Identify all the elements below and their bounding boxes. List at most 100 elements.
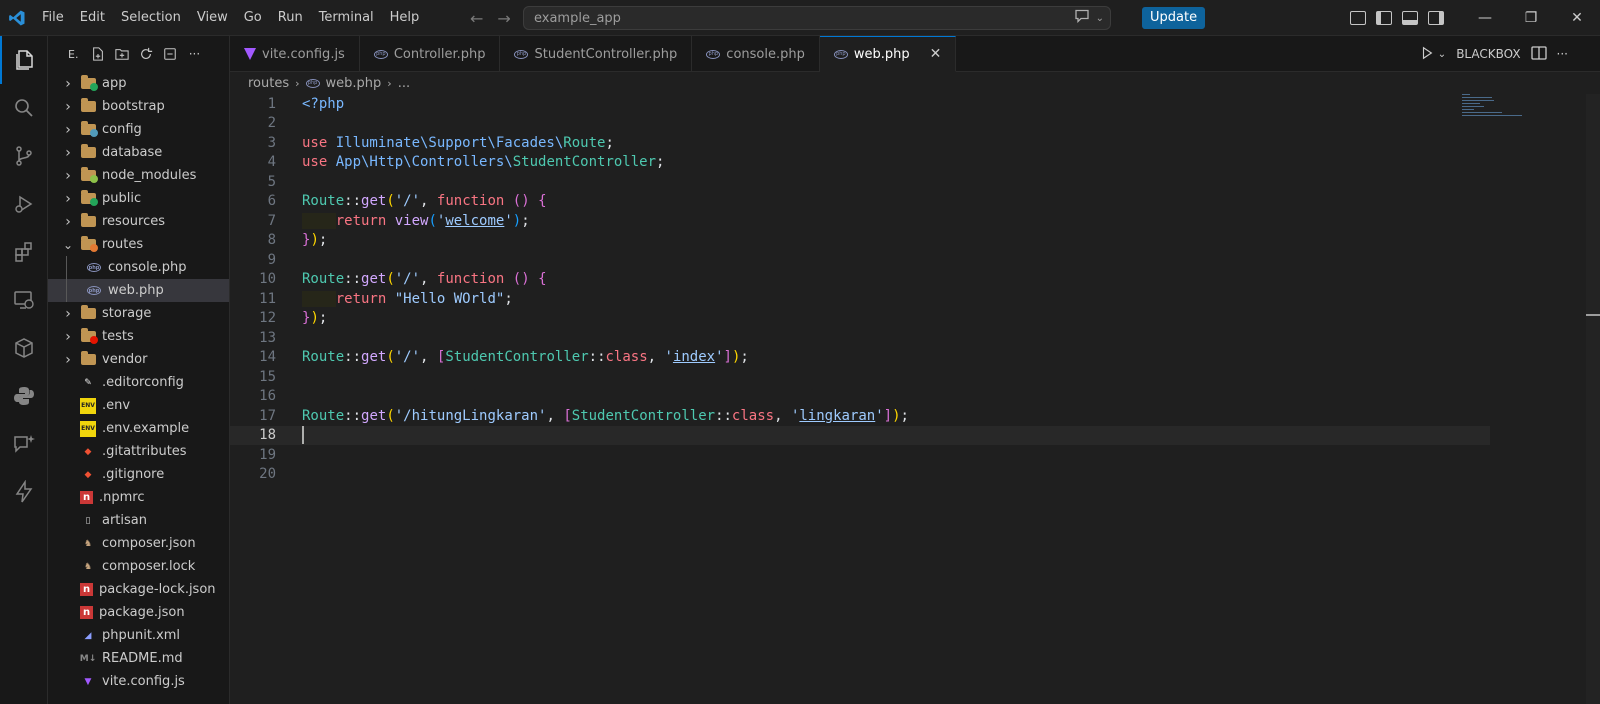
tree-folder[interactable]: › config: [48, 118, 229, 141]
tree-file[interactable]: n package-lock.json: [48, 578, 229, 601]
containers-icon[interactable]: [0, 324, 48, 372]
tree-file[interactable]: ENV .env: [48, 394, 229, 417]
code-line[interactable]: 5: [230, 172, 1490, 192]
close-tab-icon[interactable]: ✕: [930, 46, 942, 62]
toggle-panel-icon[interactable]: [1402, 11, 1418, 25]
menu-go[interactable]: Go: [236, 0, 270, 36]
code-line[interactable]: 7 return view('welcome');: [230, 211, 1490, 231]
code-line[interactable]: 4 use App\Http\Controllers\StudentControl…: [230, 153, 1490, 173]
tab-web-php[interactable]: php web.php ✕: [819, 36, 957, 72]
code-line[interactable]: 3 use Illuminate\Support\Facades\Route;: [230, 133, 1490, 153]
code-line[interactable]: 9: [230, 250, 1490, 270]
split-editor-icon[interactable]: [1530, 45, 1547, 63]
minimap[interactable]: [1462, 94, 1552, 134]
tab-console-php[interactable]: php console.php: [692, 36, 820, 72]
python-icon[interactable]: [0, 372, 48, 420]
tree-file[interactable]: ENV .env.example: [48, 417, 229, 440]
tab-vite-config-js[interactable]: vite.config.js: [230, 36, 360, 72]
tree-file[interactable]: n package.json: [48, 601, 229, 624]
code-line[interactable]: 13: [230, 328, 1490, 348]
code-line[interactable]: 20: [230, 465, 1490, 485]
code-line[interactable]: 14 Route::get('/', [StudentController::cl…: [230, 348, 1490, 368]
close-window-icon[interactable]: ✕: [1554, 0, 1600, 36]
new-folder-icon[interactable]: [114, 46, 130, 62]
tree-file[interactable]: ♞ composer.lock: [48, 555, 229, 578]
code-editor[interactable]: 1 <?php 2 3 use Illuminate\Support\Facades\R…: [230, 94, 1600, 704]
tree-file[interactable]: ▯ artisan: [48, 509, 229, 532]
tree-file[interactable]: ♞ composer.json: [48, 532, 229, 555]
menu-file[interactable]: File: [34, 0, 72, 36]
forward-arrow-icon[interactable]: →: [497, 9, 510, 28]
remote-explorer-icon[interactable]: [0, 276, 48, 324]
collapse-all-icon[interactable]: [162, 46, 178, 62]
code-line[interactable]: 17 Route::get('/hitungLingkaran', [Studen…: [230, 406, 1490, 426]
tree-file[interactable]: ✎ .editorconfig: [48, 371, 229, 394]
menu-edit[interactable]: Edit: [72, 0, 113, 36]
restore-icon[interactable]: ❐: [1508, 0, 1554, 36]
tree-folder[interactable]: ⌄ routes: [48, 233, 229, 256]
toggle-secondary-sidebar-icon[interactable]: [1428, 11, 1444, 25]
run-chevron-icon[interactable]: ⌄: [1438, 49, 1446, 60]
tree-file[interactable]: php web.php: [48, 279, 229, 302]
code-line[interactable]: 18: [230, 425, 1490, 445]
menu-help[interactable]: Help: [382, 0, 428, 36]
command-center-search[interactable]: example_app ⌄: [523, 6, 1111, 30]
menu-view[interactable]: View: [189, 0, 236, 36]
menu-run[interactable]: Run: [270, 0, 311, 36]
tree-folder[interactable]: › tests: [48, 325, 229, 348]
tree-folder[interactable]: › app: [48, 72, 229, 95]
tab-studentcontroller-php[interactable]: php StudentController.php: [500, 36, 693, 72]
tree-file[interactable]: M↓ README.md: [48, 647, 229, 670]
menu-selection[interactable]: Selection: [113, 0, 189, 36]
breadcrumb-folder[interactable]: routes: [248, 76, 289, 91]
tree-folder[interactable]: › vendor: [48, 348, 229, 371]
explorer-icon[interactable]: [0, 36, 48, 84]
tree-file[interactable]: ◆ .gitignore: [48, 463, 229, 486]
tab-controller-php[interactable]: php Controller.php: [360, 36, 501, 72]
code-line[interactable]: 10 Route::get('/', function () {: [230, 270, 1490, 290]
chevron-down-icon[interactable]: ⌄: [1096, 13, 1104, 24]
run-icon[interactable]: [1420, 46, 1434, 63]
toggle-primary-sidebar-icon[interactable]: [1376, 11, 1392, 25]
code-line[interactable]: 16: [230, 387, 1490, 407]
breadcrumb-tail[interactable]: ...: [398, 76, 410, 91]
code-line[interactable]: 19: [230, 445, 1490, 465]
tree-folder[interactable]: › public: [48, 187, 229, 210]
menu-terminal[interactable]: Terminal: [311, 0, 382, 36]
vertical-scrollbar[interactable]: [1586, 94, 1600, 704]
update-button[interactable]: Update: [1142, 7, 1206, 29]
code-line[interactable]: 11 return "Hello WOrld";: [230, 289, 1490, 309]
run-debug-icon[interactable]: [0, 180, 48, 228]
breadcrumb-file[interactable]: web.php: [326, 76, 382, 91]
lightning-icon[interactable]: [0, 468, 48, 516]
tree-file[interactable]: n .npmrc: [48, 486, 229, 509]
code-line[interactable]: 12});: [230, 309, 1490, 329]
code-line[interactable]: 8});: [230, 231, 1490, 251]
tree-file[interactable]: ◢ phpunit.xml: [48, 624, 229, 647]
source-control-icon[interactable]: [0, 132, 48, 180]
search-icon[interactable]: [0, 84, 48, 132]
code-line[interactable]: 15: [230, 367, 1490, 387]
refresh-icon[interactable]: [138, 46, 154, 62]
tree-folder[interactable]: › database: [48, 141, 229, 164]
customize-layout-icon[interactable]: [1350, 11, 1366, 25]
chat-sparkle-icon[interactable]: [0, 420, 48, 468]
tree-file[interactable]: php console.php: [48, 256, 229, 279]
minimize-icon[interactable]: —: [1462, 0, 1508, 36]
back-arrow-icon[interactable]: ←: [470, 9, 483, 28]
more-actions-icon[interactable]: ···: [186, 46, 202, 62]
tree-file[interactable]: ▼ vite.config.js: [48, 670, 229, 693]
tree-folder[interactable]: › resources: [48, 210, 229, 233]
code-line[interactable]: 2: [230, 114, 1490, 134]
extensions-icon[interactable]: [0, 228, 48, 276]
tree-folder[interactable]: › storage: [48, 302, 229, 325]
tree-folder[interactable]: › node_modules: [48, 164, 229, 187]
tree-folder[interactable]: › bootstrap: [48, 95, 229, 118]
code-line[interactable]: 1 <?php: [230, 94, 1490, 114]
copilot-chat-icon[interactable]: [1074, 9, 1090, 27]
tree-file[interactable]: ◆ .gitattributes: [48, 440, 229, 463]
blackbox-button[interactable]: BLACKBOX: [1456, 47, 1520, 61]
code-line[interactable]: 6 Route::get('/', function () {: [230, 192, 1490, 212]
new-file-icon[interactable]: [90, 46, 106, 62]
more-actions-icon[interactable]: ···: [1557, 47, 1568, 61]
